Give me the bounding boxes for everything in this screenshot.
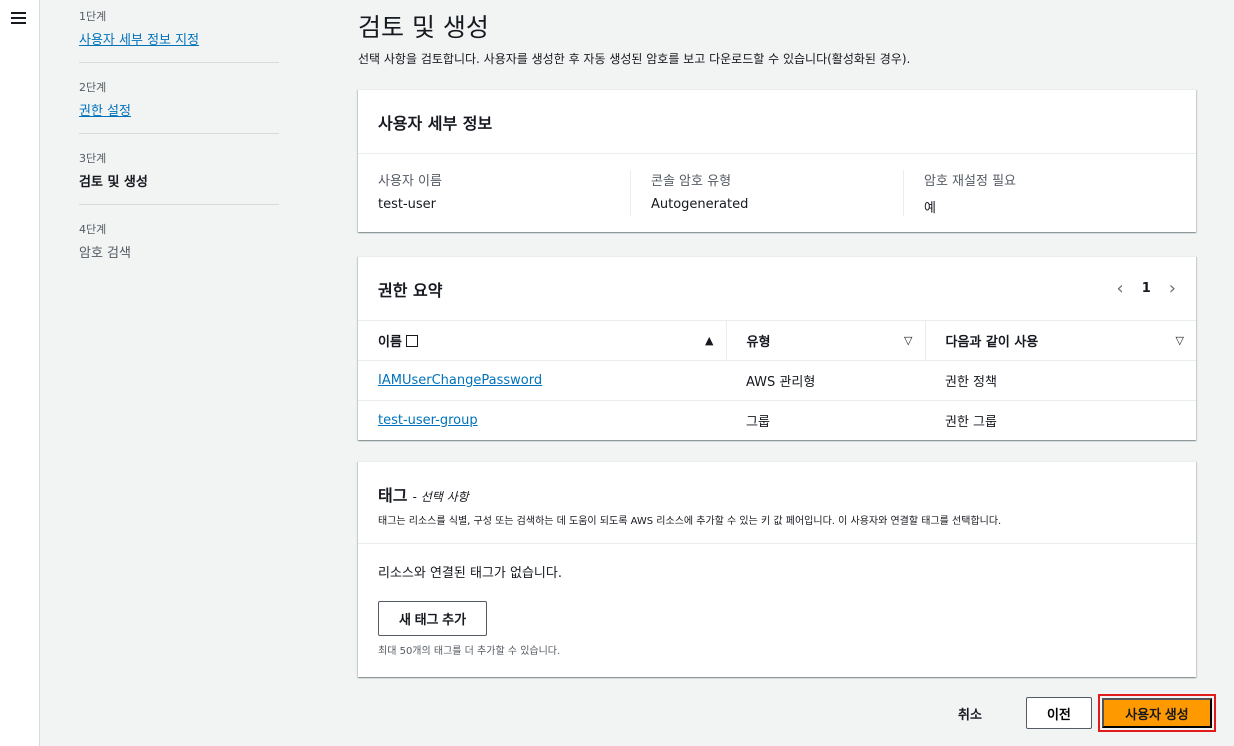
column-label: 다음과 같이 사용 <box>945 334 1039 350</box>
permissions-panel: 권한 요약 ‹ 1 › 이름 ▲ 유형 ▽ 다음과 같이 사용 ▽ IAMUse… <box>358 256 1196 440</box>
detail-key: 암호 재설정 필요 <box>924 174 1016 189</box>
step-4: 4단계 암호 검색 <box>79 213 279 275</box>
column-header-type[interactable]: 유형 ▽ <box>725 321 925 361</box>
panel-title: 사용자 세부 정보 <box>378 113 493 133</box>
tags-hint: 최대 50개의 태그를 더 추가할 수 있습니다. <box>378 646 561 657</box>
column-label: 이름 <box>378 334 402 350</box>
external-link-icon <box>405 334 418 347</box>
sort-icon[interactable]: ▽ <box>1176 334 1184 347</box>
highlight-frame: 사용자 생성 <box>1097 694 1216 732</box>
panel-title: 권한 요약 <box>378 280 443 300</box>
tags-panel: 태그 - 선택 사항 태그는 리소스를 식별, 구성 또는 검색하는 데 도움이… <box>358 461 1196 677</box>
column-header-name[interactable]: 이름 ▲ <box>358 321 726 361</box>
user-details-panel: 사용자 세부 정보 사용자 이름 test-user 콘솔 암호 유형 Auto… <box>358 89 1196 232</box>
detail-password-type: 콘솔 암호 유형 Autogenerated <box>630 170 903 216</box>
cell-type: 그룹 <box>746 414 770 430</box>
policy-link[interactable]: IAMUserChangePassword <box>378 373 542 388</box>
detail-value: 예 <box>924 201 936 216</box>
page-title: 검토 및 생성 <box>358 13 489 42</box>
group-link[interactable]: test-user-group <box>378 413 478 428</box>
cancel-button[interactable]: 취소 <box>948 696 992 731</box>
step-label-review: 검토 및 생성 <box>79 175 148 190</box>
chevron-left-icon[interactable]: ‹ <box>1117 278 1124 299</box>
create-user-button[interactable]: 사용자 생성 <box>1101 698 1212 728</box>
sort-icon[interactable]: ▽ <box>904 334 912 347</box>
page-description: 선택 사항을 검토합니다. 사용자를 생성한 후 자동 생성된 암호를 보고 다… <box>358 52 911 66</box>
optional-label: - 선택 사항 <box>412 490 469 504</box>
step-1: 1단계 사용자 세부 정보 지정 <box>79 0 279 63</box>
detail-value: test-user <box>378 197 437 212</box>
details-grid: 사용자 이름 test-user 콘솔 암호 유형 Autogenerated … <box>358 154 1196 232</box>
step-2: 2단계 권한 설정 <box>79 71 279 134</box>
main-content: 검토 및 생성 선택 사항을 검토합니다. 사용자를 생성한 후 자동 생성된 … <box>358 0 1196 677</box>
previous-button[interactable]: 이전 <box>1025 697 1092 729</box>
step-link-user-details[interactable]: 사용자 세부 정보 지정 <box>79 29 279 48</box>
left-rail <box>0 0 40 746</box>
current-page[interactable]: 1 <box>1142 281 1151 296</box>
step-3: 3단계 검토 및 생성 <box>79 142 279 205</box>
column-label: 유형 <box>746 334 771 350</box>
cell-used-as: 권한 정책 <box>925 360 1196 401</box>
cell-used-as: 권한 그룹 <box>945 414 997 430</box>
step-number: 2단계 <box>79 81 107 94</box>
detail-key: 콘솔 암호 유형 <box>651 174 732 189</box>
table-row: test-user-group 그룹 권한 그룹 <box>358 400 1196 440</box>
tags-description: 태그는 리소스를 식별, 구성 또는 검색하는 데 도움이 되도록 AWS 리소… <box>378 516 1002 527</box>
step-number: 3단계 <box>79 152 107 165</box>
step-link-permissions[interactable]: 권한 설정 <box>79 100 279 119</box>
permissions-table: 이름 ▲ 유형 ▽ 다음과 같이 사용 ▽ IAMUserChangePassw… <box>358 321 1196 440</box>
detail-value: Autogenerated <box>651 197 749 212</box>
add-tag-button[interactable]: 새 태그 추가 <box>378 601 488 636</box>
wizard-steps: 1단계 사용자 세부 정보 지정 2단계 권한 설정 3단계 검토 및 생성 4… <box>79 0 279 283</box>
tags-body: 리소스와 연결된 태그가 없습니다. 새 태그 추가 최대 50개의 태그를 더… <box>358 544 1196 677</box>
step-number: 1단계 <box>79 10 107 23</box>
pagination: ‹ 1 › <box>1117 278 1176 299</box>
step-number: 4단계 <box>79 223 107 236</box>
panel-header: 권한 요약 ‹ 1 › <box>358 257 1196 321</box>
menu-icon[interactable] <box>11 12 26 24</box>
panel-header: 태그 - 선택 사항 태그는 리소스를 식별, 구성 또는 검색하는 데 도움이… <box>358 462 1196 544</box>
step-label-password: 암호 검색 <box>79 246 131 261</box>
panel-title: 태그 <box>378 486 408 505</box>
detail-reset-required: 암호 재설정 필요 예 <box>903 170 1176 216</box>
cell-type: AWS 관리형 <box>726 360 925 401</box>
sort-ascending-icon[interactable]: ▲ <box>705 334 713 347</box>
table-row: IAMUserChangePassword AWS 관리형 권한 정책 <box>358 360 1196 401</box>
chevron-right-icon[interactable]: › <box>1169 278 1176 299</box>
detail-key: 사용자 이름 <box>378 174 442 189</box>
wizard-actions: 취소 이전 사용자 생성 <box>948 694 1216 732</box>
detail-user-name: 사용자 이름 test-user <box>378 170 630 216</box>
panel-header: 사용자 세부 정보 <box>358 90 1196 154</box>
column-header-used-as[interactable]: 다음과 같이 사용 ▽ <box>924 321 1196 361</box>
empty-state: 리소스와 연결된 태그가 없습니다. <box>378 566 562 581</box>
